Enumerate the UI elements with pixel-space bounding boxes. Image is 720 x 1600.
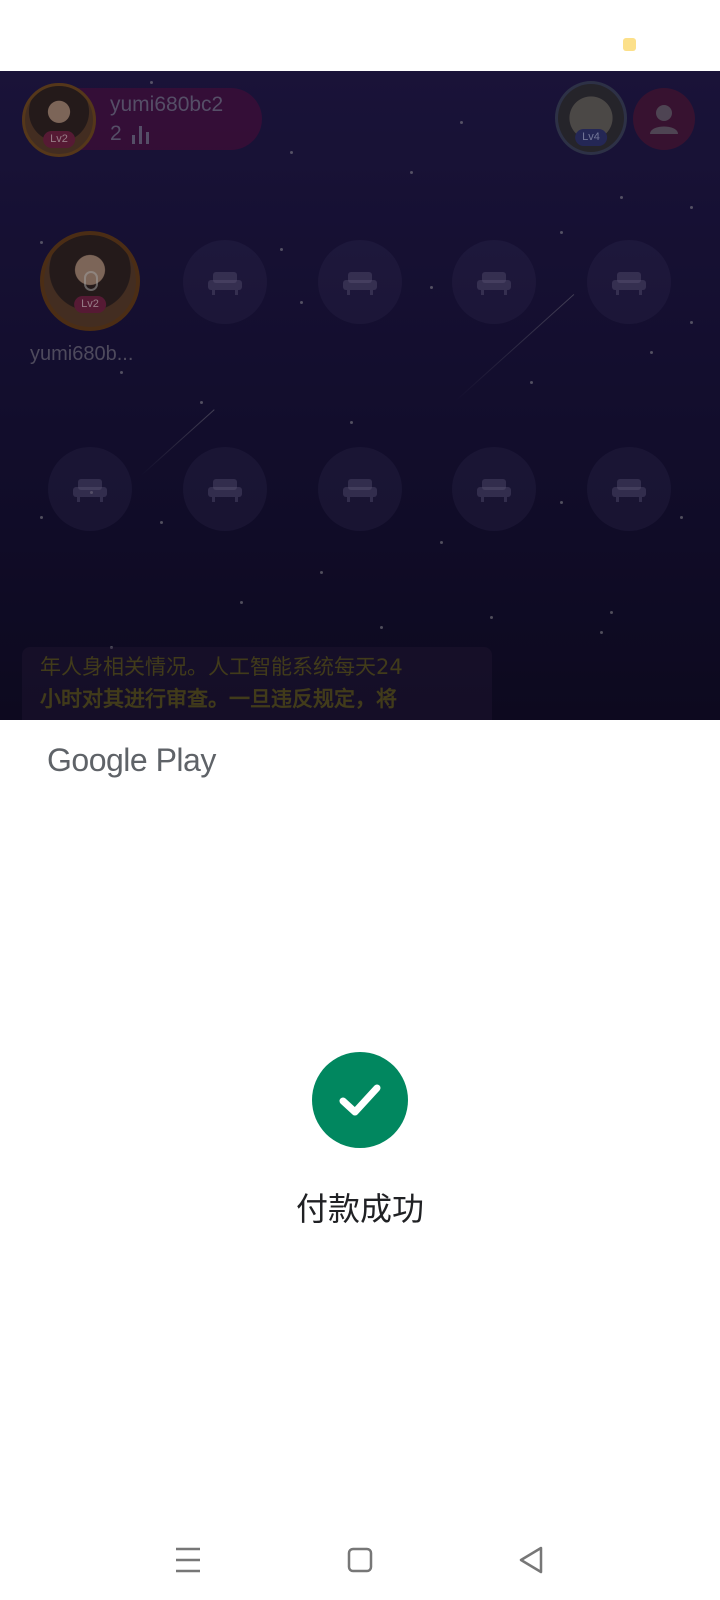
star-decoration (280, 248, 283, 251)
star-decoration (200, 401, 203, 404)
sofa-icon (73, 479, 107, 502)
empty-seat[interactable] (452, 240, 536, 324)
star-decoration (610, 611, 613, 614)
seat-user-name: yumi680b... (30, 343, 134, 365)
star-decoration (600, 631, 603, 634)
google-play-logo: Google Play (47, 742, 216, 778)
star-decoration (690, 321, 693, 324)
dim-overlay (0, 71, 720, 720)
menu-icon[interactable] (168, 1540, 208, 1580)
host-avatar[interactable]: Lv2 (22, 83, 96, 157)
star-decoration (150, 81, 153, 84)
sofa-icon (343, 272, 377, 295)
star-decoration (430, 286, 433, 289)
room-level-label: Lv4 (575, 129, 607, 146)
star-decoration (410, 171, 413, 174)
home-square-icon[interactable] (340, 1540, 380, 1580)
star-decoration (460, 121, 463, 124)
empty-seat[interactable] (183, 240, 267, 324)
system-nav-bar (0, 1520, 720, 1600)
user-icon (650, 105, 678, 134)
star-decoration (490, 616, 493, 619)
empty-seat[interactable] (183, 447, 267, 531)
star-decoration (300, 301, 303, 304)
members-button[interactable] (633, 88, 695, 150)
star-decoration (120, 371, 123, 374)
star-decoration (690, 206, 693, 209)
status-bar (0, 0, 720, 71)
star-decoration (350, 421, 353, 424)
sofa-icon (343, 479, 377, 502)
empty-seat[interactable] (48, 447, 132, 531)
room-level-badge[interactable]: Lv4 (555, 81, 627, 155)
star-decoration (560, 501, 563, 504)
star-decoration (650, 351, 653, 354)
sofa-icon (477, 272, 511, 295)
star-decoration (680, 516, 683, 519)
empty-seat[interactable] (587, 240, 671, 324)
sofa-icon (612, 272, 646, 295)
bar-chart-icon (132, 126, 154, 144)
payment-sheet: Google Play 付款成功 (0, 720, 720, 1520)
seat-occupied[interactable]: Lv2 (40, 231, 140, 331)
notification-dot (623, 38, 636, 51)
background-voice-room: Lv2 yumi680bc2 2 Lv4 Lv2 yumi680b... 年人身… (0, 71, 720, 720)
empty-seat[interactable] (587, 447, 671, 531)
star-decoration (620, 196, 623, 199)
sofa-icon (477, 479, 511, 502)
star-decoration (240, 601, 243, 604)
empty-seat[interactable] (318, 240, 402, 324)
host-name: yumi680bc2 (110, 93, 224, 116)
microphone-icon (84, 271, 98, 291)
star-decoration (160, 521, 163, 524)
sofa-icon (612, 479, 646, 502)
star-decoration (290, 151, 293, 154)
seat-user-level: Lv2 (74, 296, 106, 313)
sofa-icon (208, 272, 242, 295)
back-triangle-icon[interactable] (512, 1540, 552, 1580)
star-decoration (40, 516, 43, 519)
star-decoration (380, 626, 383, 629)
payment-success-message: 付款成功 (295, 1190, 424, 1228)
host-listener-count: 2 (110, 122, 122, 145)
empty-seat[interactable] (318, 447, 402, 531)
empty-seat[interactable] (452, 447, 536, 531)
notice-line-2: 小时对其进行审查。一旦违反规定，将 (40, 687, 397, 711)
check-circle-icon (312, 1052, 408, 1148)
star-decoration (530, 381, 533, 384)
sofa-icon (208, 479, 242, 502)
star-decoration (560, 231, 563, 234)
star-decoration (440, 541, 443, 544)
star-decoration (320, 571, 323, 574)
notice-line-1: 年人身相关情况。人工智能系统每天24 (40, 655, 403, 679)
star-decoration (40, 241, 43, 244)
host-level-badge: Lv2 (43, 131, 75, 148)
